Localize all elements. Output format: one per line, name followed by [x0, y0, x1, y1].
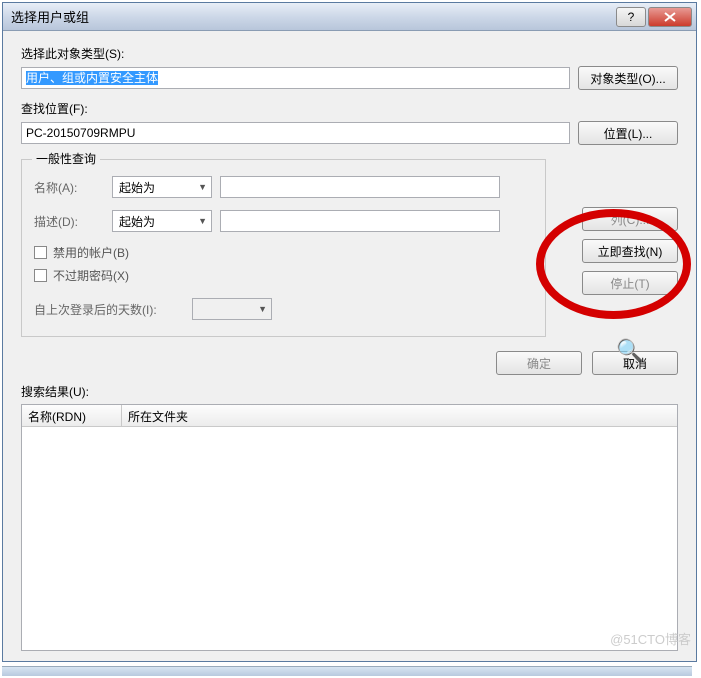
name-label: 名称(A):	[34, 179, 104, 196]
dialog-title: 选择用户或组	[11, 7, 614, 26]
col-folder-header[interactable]: 所在文件夹	[122, 405, 677, 426]
titlebar: 选择用户或组 ?	[3, 3, 696, 31]
non-expiring-pw-checkbox[interactable]	[34, 269, 47, 282]
days-since-login-label: 自上次登录后的天数(I):	[34, 301, 184, 318]
disabled-accounts-label: 禁用的帐户(B)	[53, 244, 129, 261]
dialog-body: 选择此对象类型(S): 用户、组或内置安全主体 对象类型(O)... 查找位置(…	[3, 31, 696, 661]
from-location-label: 查找位置(F):	[21, 100, 678, 117]
select-user-group-dialog: 选择用户或组 ? 选择此对象类型(S): 用户、组或内置安全主体 对象类型(O)…	[2, 2, 697, 662]
locations-button[interactable]: 位置(L)...	[578, 121, 678, 145]
results-grid: 名称(RDN) 所在文件夹	[21, 404, 678, 651]
object-types-button[interactable]: 对象类型(O)...	[578, 66, 678, 90]
general-query-group: 一般性查询 名称(A): 起始为 ▼ 描述(D): 起始为 ▼ 禁用的	[21, 159, 546, 337]
from-location-field[interactable]: PC-20150709RMPU	[21, 122, 570, 144]
from-location-value: PC-20150709RMPU	[26, 126, 135, 140]
columns-button[interactable]: 列(C)...	[582, 207, 678, 231]
search-icon: 🔍	[616, 338, 643, 364]
watermark: @51CTO博客	[610, 629, 691, 648]
grid-body[interactable]	[22, 427, 677, 650]
name-input[interactable]	[220, 176, 500, 198]
chevron-down-icon: ▼	[258, 304, 267, 314]
taskbar-fragment	[2, 666, 692, 676]
description-input[interactable]	[220, 210, 500, 232]
name-match-combo[interactable]: 起始为 ▼	[112, 176, 212, 198]
object-type-value: 用户、组或内置安全主体	[26, 71, 158, 85]
description-match-value: 起始为	[119, 213, 155, 230]
chevron-down-icon: ▼	[198, 216, 207, 226]
ok-button[interactable]: 确定	[496, 351, 582, 375]
non-expiring-pw-label: 不过期密码(X)	[53, 267, 129, 284]
description-match-combo[interactable]: 起始为 ▼	[112, 210, 212, 232]
stop-button[interactable]: 停止(T)	[582, 271, 678, 295]
object-type-label: 选择此对象类型(S):	[21, 45, 678, 62]
col-name-header[interactable]: 名称(RDN)	[22, 405, 122, 426]
close-icon	[664, 12, 676, 22]
find-now-button[interactable]: 立即查找(N)	[582, 239, 678, 263]
disabled-accounts-checkbox[interactable]	[34, 246, 47, 259]
days-since-login-combo[interactable]: ▼	[192, 298, 272, 320]
name-match-value: 起始为	[119, 179, 155, 196]
description-label: 描述(D):	[34, 213, 104, 230]
chevron-down-icon: ▼	[198, 182, 207, 192]
object-type-field[interactable]: 用户、组或内置安全主体	[21, 67, 570, 89]
search-results-label: 搜索结果(U):	[21, 383, 678, 400]
general-query-legend: 一般性查询	[32, 150, 100, 167]
help-button[interactable]: ?	[616, 7, 646, 27]
grid-header: 名称(RDN) 所在文件夹	[22, 405, 677, 427]
side-button-column: 列(C)... 立即查找(N) 停止(T) 🔍	[582, 207, 678, 364]
close-button[interactable]	[648, 7, 692, 27]
